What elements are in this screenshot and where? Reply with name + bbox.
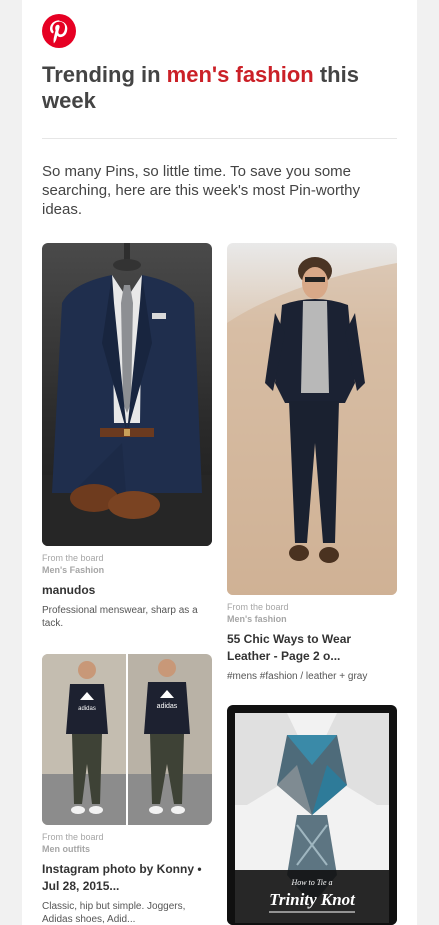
image-caption-small: How to Tie a bbox=[290, 878, 332, 887]
leather-jacket-man-photo[interactable] bbox=[227, 243, 397, 595]
from-board-label: From the board bbox=[42, 832, 104, 842]
pin-title[interactable]: manudos bbox=[42, 582, 212, 599]
image-caption-large: Trinity Knot bbox=[269, 890, 356, 909]
pin-description: Classic, hip but simple. Joggers, Adidas… bbox=[42, 901, 186, 925]
divider bbox=[42, 138, 397, 139]
shirt-brand-text: adidas bbox=[78, 706, 96, 712]
pin-card[interactable]: From the board Men's Fashion manudos Pro… bbox=[42, 243, 212, 630]
pinterest-logo-icon[interactable] bbox=[42, 14, 76, 48]
pin-description: Professional menswear, sharp as a tack. bbox=[42, 605, 198, 629]
headline-prefix: Trending in bbox=[42, 62, 167, 87]
pin-card[interactable]: From the board Men's fashion 55 Chic Way… bbox=[227, 243, 397, 683]
from-board-label: From the board bbox=[42, 553, 104, 563]
email-container: Trending in men's fashion this week So m… bbox=[22, 0, 417, 925]
pin-description: #mens #fashion / leather + gray bbox=[227, 671, 368, 682]
from-board-label: From the board bbox=[227, 602, 289, 612]
board-name[interactable]: Men outfits bbox=[42, 843, 212, 855]
headline-topic-link[interactable]: men's fashion bbox=[167, 62, 314, 87]
pin-card[interactable]: How to Tie a Trinity Knot bbox=[227, 705, 397, 925]
shirt-brand-text: adidas bbox=[157, 703, 178, 710]
board-name[interactable]: Men's fashion bbox=[227, 613, 397, 625]
trinity-knot-tie-photo[interactable]: How to Tie a Trinity Knot bbox=[227, 705, 397, 925]
headline: Trending in men's fashion this week bbox=[42, 62, 392, 114]
pin-title[interactable]: 55 Chic Ways to Wear Leather - Page 2 o.… bbox=[227, 631, 397, 665]
suit-on-mannequin-photo[interactable] bbox=[42, 243, 212, 546]
pin-title[interactable]: Instagram photo by Konny • Jul 28, 2015.… bbox=[42, 861, 212, 895]
intro-text: So many Pins, so little time. To save yo… bbox=[42, 163, 360, 218]
pin-card[interactable]: adidas adidas From the board Men outfits… bbox=[42, 654, 212, 925]
board-name[interactable]: Men's Fashion bbox=[42, 564, 212, 576]
adidas-outfit-photo[interactable]: adidas adidas bbox=[42, 654, 212, 825]
